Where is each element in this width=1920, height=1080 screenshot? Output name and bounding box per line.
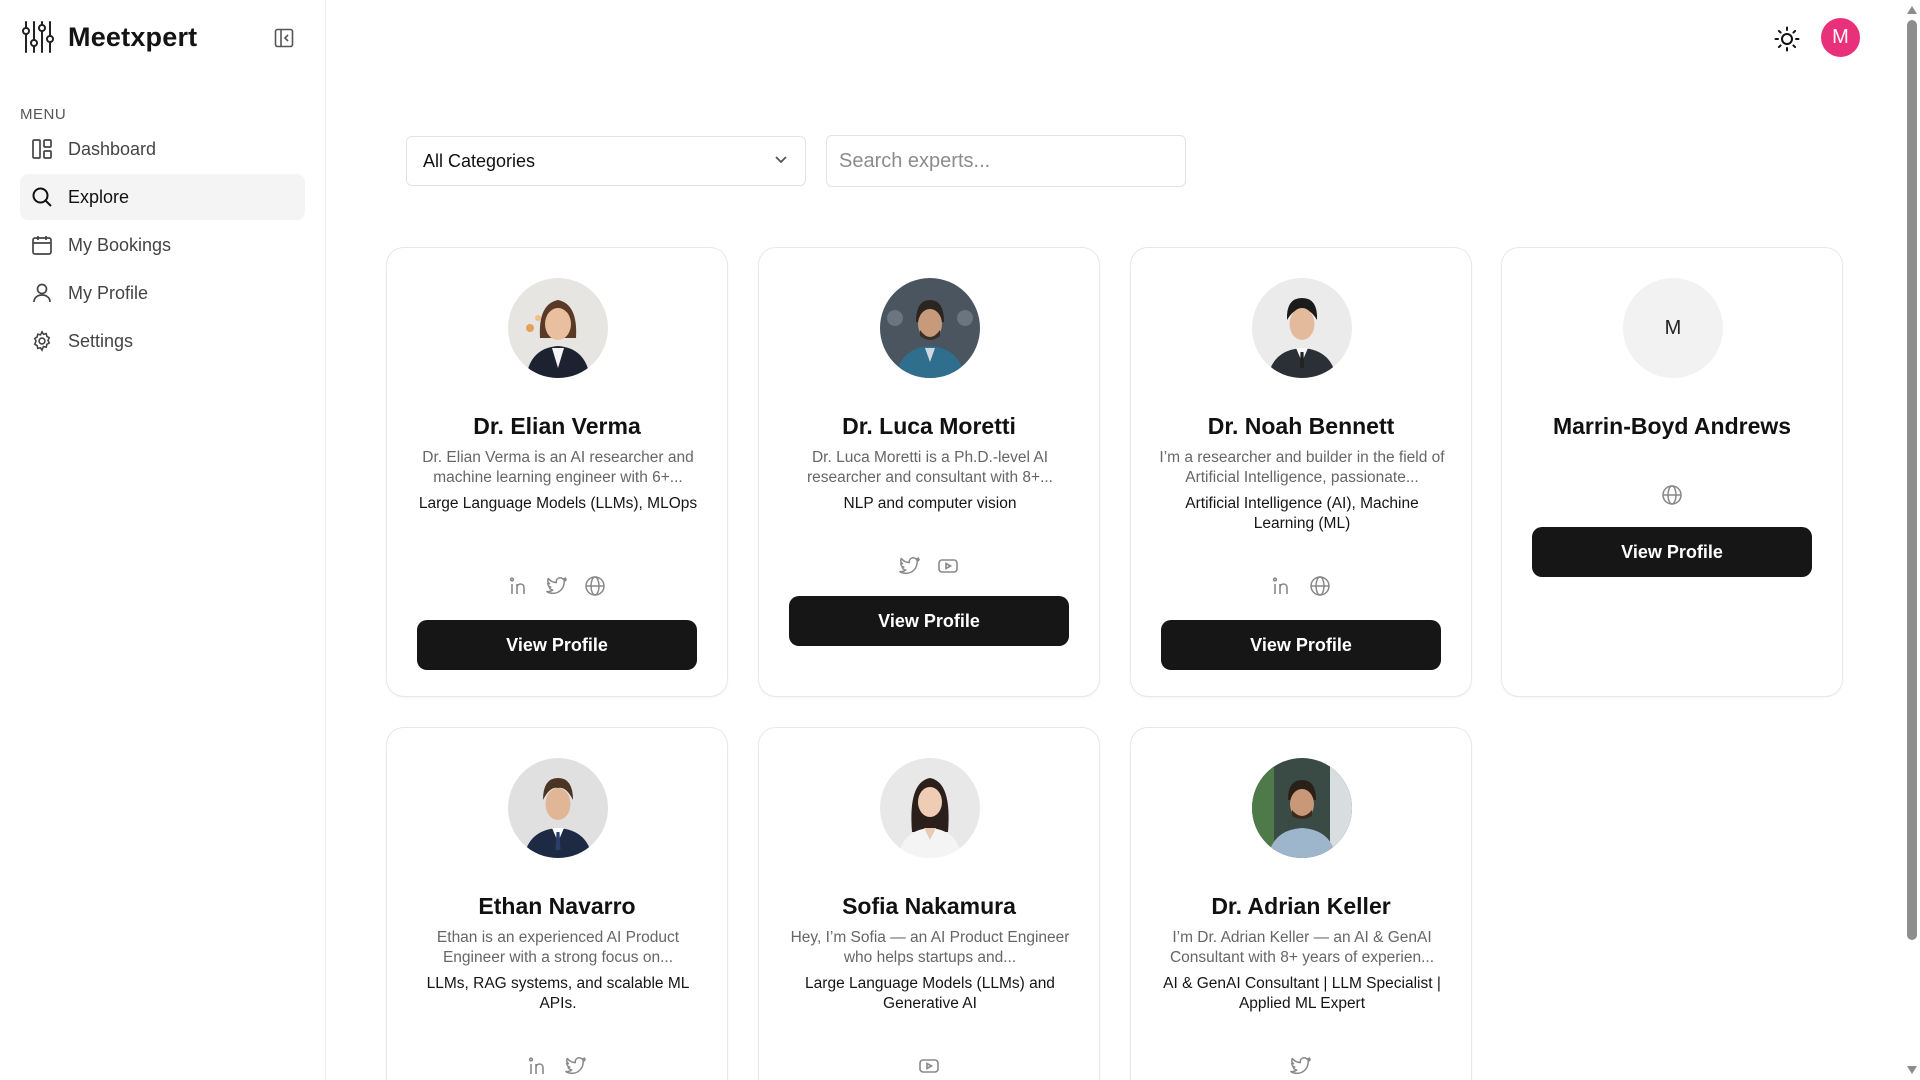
twitter-icon[interactable] [898,554,922,578]
expert-card: Dr. Elian Verma Dr. Elian Verma is an AI… [386,247,728,697]
social-links [759,554,1099,578]
chevron-down-icon [773,151,789,172]
expert-specialty: AI & GenAI Consultant | LLM Specialist |… [1163,975,1441,1012]
globe-icon[interactable] [583,574,607,598]
scrollbar-thumb[interactable] [1907,20,1917,940]
expert-bio: I’m a researcher and builder in the fiel… [1159,449,1445,486]
expert-bio: I’m Dr. Adrian Keller — an AI & GenAI Co… [1169,929,1435,966]
social-links [387,574,727,598]
user-avatar[interactable]: M [1821,18,1860,57]
social-links [1502,483,1842,507]
logo-sliders-icon [20,18,56,56]
expert-name: Dr. Noah Bennett [1207,413,1395,439]
sidebar-item-label: Explore [68,186,130,207]
expert-specialty: NLP and computer vision [843,495,1017,512]
expert-specialty: Large Language Models (LLMs) and Generat… [805,975,1055,1012]
expert-name: Dr. Adrian Keller [1211,893,1391,919]
expert-photo [508,758,608,858]
expert-card: Ethan Navarro Ethan is an experienced AI… [386,727,728,1080]
expert-specialty: LLMs, RAG systems, and scalable ML APIs. [426,975,690,1012]
sidebar-nav: Dashboard Explore My Bookings My Profile [20,126,305,366]
sidebar: Meetxpert MENU Dashboard Explore My Book… [0,0,326,1080]
collapse-sidebar-icon[interactable] [272,26,296,50]
expert-card: Dr. Adrian Keller I’m Dr. Adrian Keller … [1130,727,1472,1080]
expert-card: Sofia Nakamura Hey, I’m Sofia — an AI Pr… [758,727,1100,1080]
expert-photo [880,278,980,378]
youtube-icon[interactable] [917,1054,941,1078]
social-links [1131,1054,1471,1078]
expert-name: Sofia Nakamura [842,893,1016,919]
gear-icon [30,329,54,353]
view-profile-button[interactable]: View Profile [789,596,1069,646]
expert-card: Dr. Noah Bennett I’m a researcher and bu… [1130,247,1472,697]
expert-name: Ethan Navarro [478,893,636,919]
expert-specialty: Large Language Models (LLMs), MLOps [418,495,698,512]
user-icon [30,281,54,305]
expert-specialty: Artificial Intelligence (AI), Machine Le… [1185,495,1419,532]
expert-name: Marrin-Boyd Andrews [1552,413,1792,439]
theme-toggle-sun-icon[interactable] [1772,24,1802,54]
linkedin-icon[interactable] [526,1054,550,1078]
social-links [1131,574,1471,598]
expert-photo [1252,278,1352,378]
sidebar-item-label: Settings [68,330,134,351]
expert-initial-avatar: M [1623,278,1723,378]
scroll-up-arrow-icon[interactable] [1907,6,1917,14]
calendar-icon [30,233,54,257]
expert-bio: Dr. Luca Moretti is a Ph.D.-level AI res… [807,449,1053,486]
category-select[interactable]: All Categories [406,136,806,186]
expert-photo [1252,758,1352,858]
search-experts-input[interactable] [826,135,1186,187]
twitter-icon[interactable] [1289,1054,1313,1078]
sidebar-item-label: My Profile [68,282,149,303]
linkedin-icon[interactable] [1270,574,1294,598]
globe-icon[interactable] [1308,574,1332,598]
sidebar-item-dashboard[interactable]: Dashboard [20,126,305,172]
sidebar-item-settings[interactable]: Settings [20,318,305,364]
app-root: Meetxpert MENU Dashboard Explore My Book… [0,0,1920,1080]
youtube-icon[interactable] [936,554,960,578]
expert-bio: Ethan is an experienced AI Product Engin… [436,929,680,966]
linkedin-icon[interactable] [507,574,531,598]
dashboard-icon [30,137,54,161]
twitter-icon[interactable] [564,1054,588,1078]
sidebar-item-label: My Bookings [68,234,172,255]
expert-card: Dr. Luca Moretti Dr. Luca Moretti is a P… [758,247,1100,697]
view-profile-button[interactable]: View Profile [417,620,697,670]
sidebar-item-explore[interactable]: Explore [20,174,305,220]
expert-bio: Dr. Elian Verma is an AI researcher and … [422,449,694,486]
expert-photo [880,758,980,858]
social-links [387,1054,727,1078]
brand[interactable]: Meetxpert [20,18,197,56]
globe-icon[interactable] [1660,483,1684,507]
expert-name: Dr. Luca Moretti [842,413,1016,439]
social-links [759,1054,1099,1078]
search-icon [30,185,54,209]
scroll-down-arrow-icon[interactable] [1907,1066,1917,1074]
view-profile-button[interactable]: View Profile [1532,527,1812,577]
app-name: Meetxpert [68,21,198,52]
expert-card: M Marrin-Boyd Andrews View Profile [1501,247,1843,697]
expert-photo [508,278,608,378]
expert-name: Dr. Elian Verma [473,413,641,439]
sidebar-item-my-bookings[interactable]: My Bookings [20,222,305,268]
expert-bio: Hey, I’m Sofia — an AI Product Engineer … [790,929,1070,966]
sidebar-item-my-profile[interactable]: My Profile [20,270,305,316]
view-profile-button[interactable]: View Profile [1161,620,1441,670]
sidebar-item-label: Dashboard [68,138,157,159]
menu-heading: MENU [20,106,67,123]
category-select-value: All Categories [423,150,536,171]
twitter-icon[interactable] [545,574,569,598]
